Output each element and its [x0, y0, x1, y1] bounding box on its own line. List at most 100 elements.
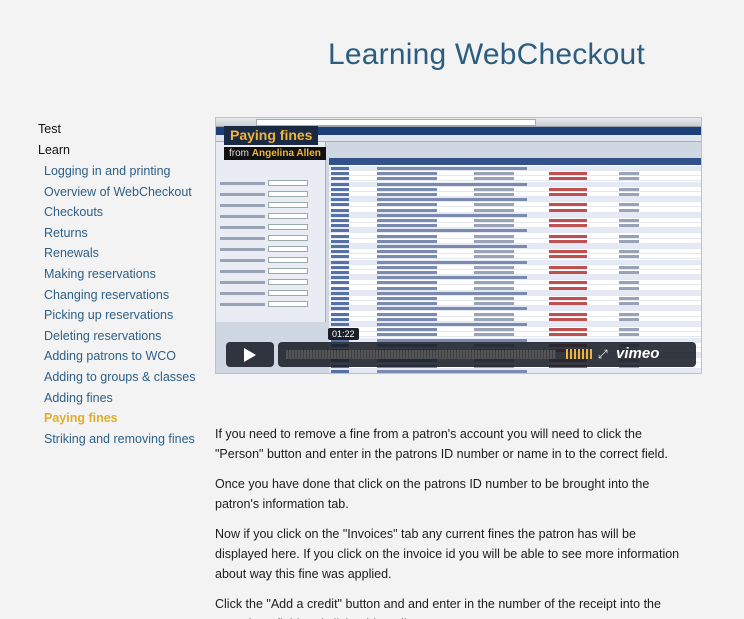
grid-cell [331, 369, 349, 373]
grid-cell [331, 219, 349, 222]
grid-cell [549, 177, 587, 181]
grid-cell [619, 224, 639, 228]
grid-cell [377, 224, 437, 228]
grid-cell [377, 323, 527, 326]
grid-cell [619, 297, 639, 300]
panel-field-label [220, 303, 265, 306]
vimeo-logo[interactable]: vimeo [616, 345, 659, 362]
panel-field-box [268, 301, 308, 307]
grid-cell [474, 203, 514, 207]
grid-cell [549, 297, 587, 300]
grid-cell [474, 224, 514, 228]
grid-cell [377, 317, 437, 321]
grid-cell [331, 234, 349, 238]
grid-cell [377, 187, 437, 191]
video-byline[interactable]: from Angelina Allen [224, 147, 326, 160]
grid-cell [474, 177, 514, 181]
grid-cell [619, 328, 639, 332]
grid-cell [377, 234, 437, 238]
video-title[interactable]: Paying fines [224, 126, 319, 145]
sidebar-item-paying-fines[interactable]: Paying fines [38, 408, 208, 429]
panel-field-box [268, 290, 308, 296]
sidebar-item-logging-in[interactable]: Logging in and printing [38, 161, 208, 182]
grid-cell [377, 245, 527, 248]
grid-cell [549, 203, 587, 207]
grid-row [329, 368, 701, 373]
sidebar-item-learn[interactable]: Learn [38, 140, 208, 161]
video-author[interactable]: Angelina Allen [252, 148, 321, 159]
sidebar-item-making-reservations[interactable]: Making reservations [38, 264, 208, 285]
sidebar-item-picking-up-reservations[interactable]: Picking up reservations [38, 305, 208, 326]
paragraph: Now if you click on the "Invoices" tab a… [215, 527, 680, 581]
page-title: Learning WebCheckout [328, 38, 645, 71]
fullscreen-icon[interactable]: ⤢ [598, 347, 608, 362]
grid-cell [619, 265, 639, 269]
grid-cell [331, 323, 349, 326]
grid-cell [377, 369, 527, 373]
grid-cell [549, 286, 587, 290]
volume-icon[interactable] [566, 349, 592, 359]
grid-cell [331, 260, 349, 264]
grid-cell [377, 255, 437, 259]
grid-cell [377, 286, 437, 290]
grid-cell [377, 302, 437, 306]
grid-cell [331, 213, 349, 217]
grid-cell [474, 271, 514, 274]
panel-field-label [220, 292, 265, 295]
grid-cell [331, 182, 349, 186]
sidebar-item-test[interactable]: Test [38, 119, 208, 140]
video-player[interactable]: Paying fines from Angelina Allen 01:22 ⤢… [215, 117, 702, 374]
grid-cell [549, 224, 587, 228]
grid-cell [619, 317, 639, 321]
grid-cell [619, 250, 639, 254]
sidebar-item-overview[interactable]: Overview of WebCheckout [38, 182, 208, 203]
grid-cell [549, 255, 587, 259]
panel-field-label [220, 259, 265, 262]
play-button[interactable] [226, 342, 274, 367]
grid-cell [331, 317, 349, 321]
grid-cell [377, 213, 527, 217]
grid-cell [474, 187, 514, 191]
panel-field-box [268, 246, 308, 252]
grid-cell [549, 302, 587, 306]
grid-cell [331, 245, 349, 248]
sidebar-item-adding-groups[interactable]: Adding to groups & classes [38, 367, 208, 388]
sidebar-item-adding-patrons[interactable]: Adding patrons to WCO [38, 346, 208, 367]
grid-cell [619, 177, 639, 181]
sidebar-item-adding-fines[interactable]: Adding fines [38, 388, 208, 409]
grid-cell [474, 250, 514, 254]
panel-field-label [220, 237, 265, 240]
sidebar-item-deleting-reservations[interactable]: Deleting reservations [38, 326, 208, 347]
grid-cell [474, 328, 514, 332]
sidebar-item-checkouts[interactable]: Checkouts [38, 202, 208, 223]
sidebar-item-returns[interactable]: Returns [38, 223, 208, 244]
grid-cell [549, 333, 587, 337]
grid-cell [331, 187, 349, 191]
grid-cell [377, 177, 437, 181]
panel-field-label [220, 193, 265, 196]
grid-cell [549, 312, 587, 316]
grid-cell [549, 281, 587, 285]
sidebar-item-changing-reservations[interactable]: Changing reservations [38, 285, 208, 306]
grid-cell [331, 177, 349, 181]
grid-cell [331, 193, 349, 196]
sidebar-nav: Test Learn Logging in and printing Overv… [38, 119, 208, 449]
grid-cell [377, 182, 527, 186]
panel-field-box [268, 257, 308, 263]
grid-cell [377, 198, 527, 202]
panel-field-label [220, 215, 265, 218]
panel-field-label [220, 182, 265, 185]
grid-cell [549, 219, 587, 222]
panel-field-box [268, 191, 308, 197]
sidebar-item-striking-fines[interactable]: Striking and removing fines [38, 429, 208, 450]
grid-cell [474, 255, 514, 259]
grid-cell [474, 193, 514, 196]
grid-cell [377, 265, 437, 269]
grid-cell [474, 317, 514, 321]
grid-cell [549, 187, 587, 191]
grid-cell [331, 286, 349, 290]
grid-cell [474, 219, 514, 222]
search-panel [216, 142, 326, 322]
sidebar-item-renewals[interactable]: Renewals [38, 243, 208, 264]
progress-track[interactable] [286, 350, 556, 359]
